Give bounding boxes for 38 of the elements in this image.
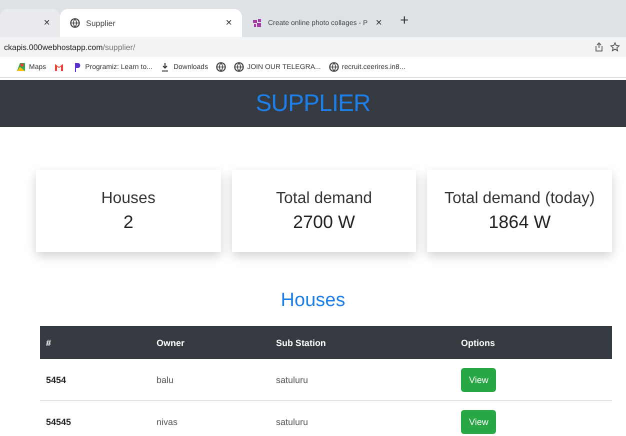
table-cell: nivas — [150, 400, 270, 436]
close-icon[interactable]: × — [376, 17, 382, 29]
new-tab-button[interactable]: + — [392, 12, 417, 34]
column-header: Sub Station — [270, 326, 455, 359]
star-icon — [610, 42, 620, 52]
browser-tab[interactable]: Supplier × — [60, 9, 242, 37]
globe-icon — [328, 62, 339, 72]
maps-icon — [16, 62, 26, 72]
stat-label: Total demand (today) — [444, 190, 595, 208]
table-cell: 5454 — [40, 359, 151, 400]
collage-icon — [252, 18, 262, 28]
table-cell: balu — [150, 359, 270, 400]
stat-label: Total demand — [276, 190, 372, 208]
table-cell: satuluru — [270, 400, 455, 436]
section-title: Houses — [280, 290, 346, 312]
url-text: ckapis.000webhostapp.com/supplier/ — [4, 42, 136, 52]
tab-title: Supplier — [86, 18, 116, 28]
column-header: Owner — [150, 326, 270, 359]
stat-label: Houses — [101, 190, 156, 208]
share-icon — [594, 42, 604, 52]
stat-value: 2700 W — [292, 212, 356, 232]
download-icon — [160, 62, 170, 72]
stat-value: 1864 W — [488, 212, 551, 232]
close-icon[interactable]: × — [226, 17, 232, 29]
page-title: SUPPLIER — [256, 90, 370, 118]
column-header: # — [40, 326, 151, 359]
stat-value: 2 — [123, 212, 134, 232]
gmail-icon[interactable] — [54, 62, 64, 72]
programiz-icon — [72, 62, 82, 72]
table-cell: 54545 — [40, 400, 151, 436]
close-icon[interactable]: × — [44, 17, 50, 29]
address-bar[interactable]: ckapis.000webhostapp.com/supplier/ — [0, 37, 626, 57]
globe-icon — [70, 18, 80, 28]
column-header: Options — [455, 326, 612, 359]
browser-tab[interactable]: × — [0, 9, 60, 37]
globe-icon — [234, 62, 244, 72]
table-cell: satuluru — [270, 359, 455, 400]
globe-icon[interactable] — [216, 62, 226, 72]
